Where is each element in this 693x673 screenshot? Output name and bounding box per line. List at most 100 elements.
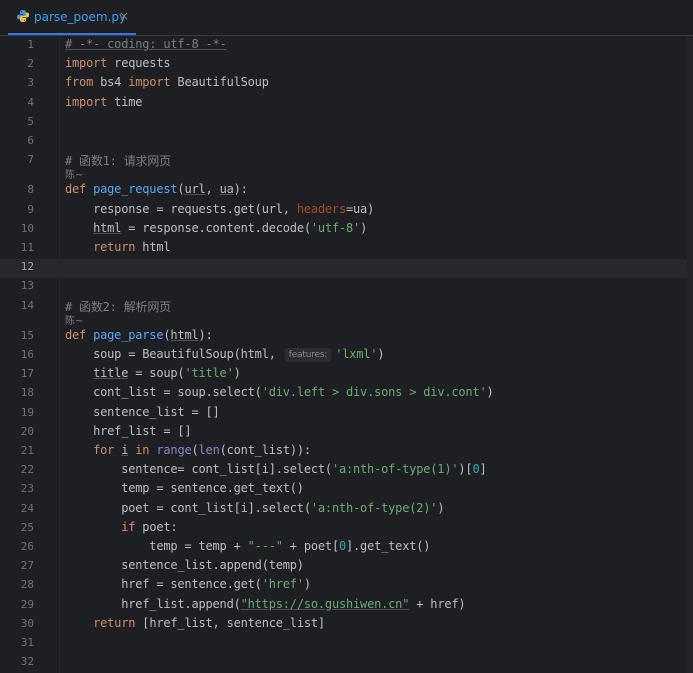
code-text: import time	[65, 95, 142, 109]
code-line[interactable]: 16 soup = BeautifulSoup(html, features: '…	[0, 346, 693, 365]
code-line[interactable]: 17 title = soup('title')	[0, 365, 693, 384]
tab-close-icon[interactable]: ×	[119, 9, 129, 23]
line-number: 6	[27, 134, 34, 147]
code-editor[interactable]: 1 # -*- coding: utf-8 -*- 2 import requests…	[0, 36, 693, 673]
line-number: 30	[20, 616, 34, 630]
line-number: 14	[20, 298, 34, 312]
code-token: bs4	[93, 75, 129, 90]
code-line[interactable]: 20 href_list = []	[0, 423, 693, 442]
code-text: html = response.content.decode('utf-8')	[65, 221, 367, 235]
line-number: 11	[20, 241, 34, 254]
code-line[interactable]: 25 if poet:	[0, 519, 693, 538]
code-token: sentence_list.append(temp)	[65, 558, 304, 573]
tab-parse-poem[interactable]: parse_poem.py ×	[8, 0, 136, 35]
code-line[interactable]: 4 import time	[0, 94, 693, 113]
code-line[interactable]: 2 import requests	[0, 55, 693, 74]
code-line[interactable]: 3 from bs4 import BeautifulSoup	[0, 74, 693, 93]
code-line[interactable]: 31	[0, 634, 693, 653]
code-token: sentence_list = []	[65, 404, 220, 419]
code-token: )	[377, 347, 385, 361]
code-token: len	[198, 443, 220, 457]
code-line[interactable]: 32	[0, 653, 693, 672]
editor-tab-bar: parse_poem.py ×	[0, 0, 693, 36]
code-token: = soup(	[128, 366, 185, 381]
code-line[interactable]: 30 return [href_list, sentence_list]	[0, 615, 693, 634]
code-token: 'a:nth-of-type(2)'	[310, 500, 438, 515]
parameter-inlay-hint: features:	[284, 348, 332, 362]
code-line[interactable]: 19 sentence_list = []	[0, 404, 693, 423]
line-number: 7	[27, 153, 34, 167]
code-token: response = requests.get(url,	[65, 201, 297, 216]
line-number: 31	[20, 636, 34, 649]
code-token: sentence= cont_list[i].select(	[65, 462, 332, 477]
code-token: html	[93, 220, 122, 235]
code-text: sentence= cont_list[i].select('a:nth-of-…	[65, 462, 487, 476]
line-number: 27	[20, 559, 34, 573]
code-text: for i in range(len(cont_list)):	[65, 443, 311, 457]
code-line[interactable]: 10 html = response.content.decode('utf-8…	[0, 220, 693, 239]
code-token: cont_list = soup.select(	[65, 385, 262, 400]
code-token: [href_list, sentence_list]	[135, 615, 325, 630]
code-line[interactable]: 27 sentence_list.append(temp)	[0, 557, 693, 576]
code-token: # -*- coding: utf-8 -*-	[65, 37, 227, 51]
line-number: 10	[20, 221, 34, 235]
code-line[interactable]: 8 def page_request(url, ua):	[0, 181, 693, 200]
line-number: 23	[20, 482, 34, 496]
line-number: 18	[20, 386, 34, 400]
code-author-hint[interactable]: 陈~	[65, 166, 83, 181]
code-token: ):	[233, 182, 248, 197]
code-line[interactable]: 15 def page_parse(html):	[0, 327, 693, 346]
code-token: requests	[107, 56, 171, 71]
code-line[interactable]: 5	[0, 113, 693, 132]
code-text: sentence_list.append(temp)	[65, 558, 304, 572]
code-text: soup = BeautifulSoup(html, features:'lxm…	[65, 347, 385, 362]
line-number: 15	[20, 328, 34, 342]
code-line[interactable]: 6	[0, 132, 693, 151]
code-token: )[	[458, 462, 473, 477]
code-line[interactable]: 11 return html	[0, 239, 693, 258]
code-line[interactable]: 13	[0, 277, 693, 296]
code-line[interactable]: 28 href = sentence.get('href')	[0, 576, 693, 595]
code-author-hint[interactable]: 陈~	[65, 312, 83, 327]
code-token: + poet[	[282, 539, 339, 553]
code-line[interactable]: 22 sentence= cont_list[i].select('a:nth-…	[0, 461, 693, 480]
code-line[interactable]: 24 poet = cont_list[i].select('a:nth-of-…	[0, 500, 693, 519]
code-token: headers	[296, 201, 346, 216]
code-line[interactable]: 14 # 函数2: 解析网页	[0, 297, 693, 316]
code-text: return html	[65, 240, 170, 254]
code-token: 'lxml'	[335, 347, 378, 361]
code-token: import	[128, 75, 171, 90]
code-line[interactable]: 18 cont_list = soup.select('div.left > d…	[0, 384, 693, 403]
line-number: 28	[20, 578, 34, 592]
code-token: page_parse	[93, 327, 164, 342]
line-number: 9	[27, 202, 34, 216]
line-number: 22	[20, 463, 34, 477]
line-number: 21	[20, 444, 34, 457]
code-text: import requests	[65, 56, 171, 71]
code-token: html	[170, 327, 199, 342]
code-line[interactable]: 9 response = requests.get(url, headers=u…	[0, 201, 693, 220]
code-line[interactable]: 26 temp = temp + "---" + poet[0].get_tex…	[0, 538, 693, 557]
code-line[interactable]: 7 # 函数1: 请求网页	[0, 151, 693, 170]
code-line[interactable]: 23 temp = sentence.get_text()	[0, 480, 693, 499]
line-number: 13	[20, 279, 34, 293]
code-token: in	[135, 443, 150, 457]
line-number: 17	[20, 367, 34, 381]
code-token: ,	[205, 182, 220, 197]
code-token: )	[233, 366, 241, 381]
code-token: + href)	[409, 596, 466, 611]
code-token: 'href'	[261, 577, 304, 592]
code-token: href = sentence.get(	[65, 577, 262, 592]
code-token: soup = BeautifulSoup(html,	[65, 347, 283, 361]
code-token: )	[360, 220, 368, 235]
code-text: # -*- coding: utf-8 -*-	[65, 37, 227, 51]
code-line[interactable]: 12	[0, 258, 693, 277]
code-line[interactable]: 21 for i in range(len(cont_list)):	[0, 442, 693, 461]
code-line[interactable]: 29 href_list.append("https://so.gushiwen…	[0, 596, 693, 615]
code-line[interactable]: 1 # -*- coding: utf-8 -*-	[0, 36, 693, 55]
code-token: 'a:nth-of-type(1)'	[331, 462, 459, 477]
code-token: ):	[198, 327, 213, 342]
code-text: if poet:	[65, 520, 177, 534]
